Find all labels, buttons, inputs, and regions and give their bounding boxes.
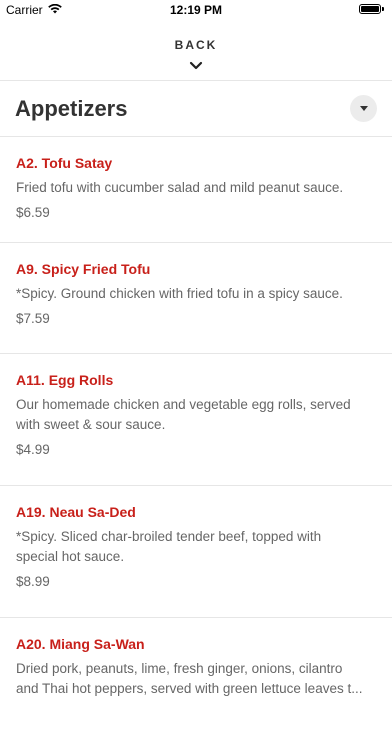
item-price: $8.99 bbox=[16, 574, 50, 589]
item-description: Fried tofu with cucumber salad and mild … bbox=[16, 180, 344, 195]
item-name: A19. Neau Sa-Ded bbox=[16, 504, 136, 520]
item-price: $6.59 bbox=[16, 205, 50, 220]
menu-list: A2. Tofu Satay Fried tofu with cucumber … bbox=[0, 137, 392, 738]
item-description: Dried pork, peanuts, lime, fresh ginger,… bbox=[16, 661, 363, 696]
item-description: Our homemade chicken and vegetable egg r… bbox=[16, 397, 351, 432]
item-price: $4.99 bbox=[16, 442, 50, 457]
menu-item[interactable]: A9. Spicy Fried Tofu *Spicy. Ground chic… bbox=[0, 243, 392, 354]
menu-item[interactable]: A19. Neau Sa-Ded *Spicy. Sliced char-bro… bbox=[0, 486, 392, 618]
battery-icon bbox=[359, 4, 384, 14]
back-button[interactable]: BACK bbox=[0, 20, 392, 81]
section-toggle-button[interactable] bbox=[350, 95, 377, 122]
menu-item[interactable]: A20. Miang Sa-Wan Dried pork, peanuts, l… bbox=[0, 618, 392, 738]
menu-item[interactable]: A2. Tofu Satay Fried tofu with cucumber … bbox=[0, 137, 392, 243]
section-title: Appetizers bbox=[15, 96, 128, 121]
item-price: $7.59 bbox=[16, 311, 50, 326]
section-header: Appetizers bbox=[0, 81, 392, 137]
menu-item[interactable]: A11. Egg Rolls Our homemade chicken and … bbox=[0, 354, 392, 486]
back-label: BACK bbox=[174, 38, 218, 52]
item-name: A20. Miang Sa-Wan bbox=[16, 636, 145, 652]
item-description: *Spicy. Ground chicken with fried tofu i… bbox=[16, 286, 343, 301]
status-bar: Carrier 12:19 PM bbox=[0, 0, 392, 20]
status-time: 12:19 PM bbox=[169, 3, 223, 17]
item-name: A2. Tofu Satay bbox=[16, 155, 113, 171]
item-name: A9. Spicy Fried Tofu bbox=[16, 261, 151, 277]
item-name: A11. Egg Rolls bbox=[16, 372, 114, 388]
item-description: *Spicy. Sliced char-broiled tender beef,… bbox=[16, 529, 322, 564]
triangle-down-icon bbox=[359, 106, 368, 111]
chevron-down-icon bbox=[189, 57, 203, 75]
